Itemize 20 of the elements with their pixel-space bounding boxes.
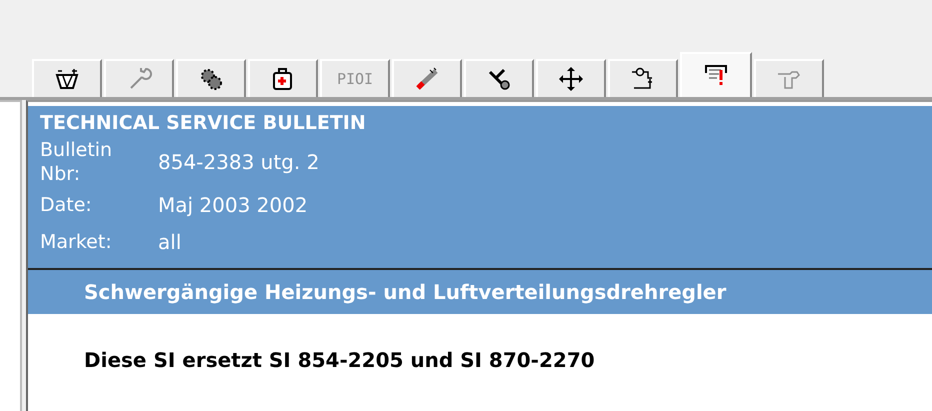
field-value: 854-2383 utg. 2	[158, 150, 320, 174]
field-label: Bulletin Nbr:	[40, 138, 114, 186]
field-label: Date:	[40, 192, 93, 216]
toolbar-tab[interactable]	[464, 59, 534, 97]
toolbar-tab[interactable]	[536, 59, 606, 97]
toolbar-tab[interactable]	[32, 59, 102, 97]
field-value: Maj 2003 2002	[158, 192, 308, 216]
toolbar-tab[interactable]	[248, 59, 318, 97]
body-text: Diese SI ersetzt SI 854-2205 und SI 870-2270	[83, 347, 596, 372]
toolbar-tab[interactable]	[176, 59, 246, 97]
toolbar-tab[interactable]	[680, 52, 752, 97]
move-arrows-icon	[558, 66, 584, 92]
gears-icon	[198, 66, 224, 92]
field-value: all	[158, 230, 182, 254]
bulletin-title: Schwergängige Heizungs- und Luftverteilungsdrehregler	[28, 270, 932, 314]
gauge-probe-icon	[414, 66, 440, 92]
bulletin-heading: TECHNICAL SERVICE BULLETIN	[40, 112, 367, 134]
field-label: Market:	[40, 230, 113, 254]
toolbar-tab[interactable]	[608, 59, 678, 97]
bowl-icon	[54, 66, 80, 92]
